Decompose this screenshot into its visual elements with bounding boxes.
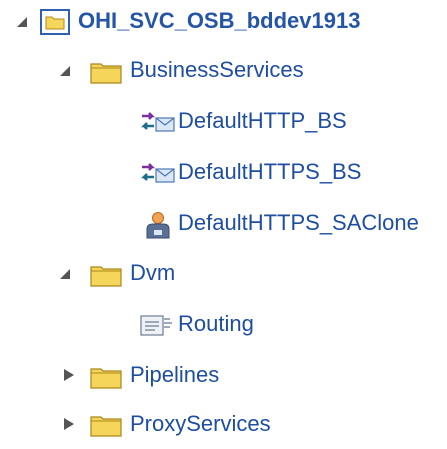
- dvm-document-icon: [140, 313, 174, 337]
- project-tree: OHI_SVC_OSB_bddev1913 BusinessServices D…: [0, 0, 447, 439]
- folder-label: ProxyServices: [130, 411, 271, 436]
- user-service-icon: [144, 210, 172, 240]
- folder-label: Dvm: [130, 260, 176, 285]
- service-label: DefaultHTTPS_SAClone: [178, 210, 419, 235]
- business-service-icon: [140, 161, 176, 187]
- tree-node-default-https-saclone[interactable]: DefaultHTTPS_SAClone: [0, 208, 447, 248]
- collapsed-triangle-icon[interactable]: [62, 367, 76, 383]
- business-service-icon: [140, 110, 176, 136]
- folder-label: BusinessServices: [130, 57, 304, 82]
- expanded-triangle-icon[interactable]: [15, 14, 29, 30]
- folder-icon: [90, 263, 122, 287]
- tree-node-default-http-bs[interactable]: DefaultHTTP_BS: [0, 106, 447, 146]
- tree-node-root[interactable]: OHI_SVC_OSB_bddev1913: [0, 6, 447, 46]
- collapsed-triangle-icon[interactable]: [62, 416, 76, 432]
- root-label: OHI_SVC_OSB_bddev1913: [78, 8, 361, 33]
- tree-node-proxy-services[interactable]: ProxyServices: [0, 409, 447, 449]
- tree-node-business-services[interactable]: BusinessServices: [0, 55, 447, 95]
- tree-node-default-https-bs[interactable]: DefaultHTTPS_BS: [0, 157, 447, 197]
- folder-label: Pipelines: [130, 362, 220, 387]
- tree-node-routing[interactable]: Routing: [0, 309, 447, 349]
- expanded-triangle-icon[interactable]: [58, 63, 72, 79]
- project-folder-icon: [40, 9, 70, 35]
- expanded-triangle-icon[interactable]: [58, 266, 72, 282]
- dvm-label: Routing: [178, 311, 254, 336]
- folder-icon: [90, 60, 122, 84]
- folder-icon: [90, 365, 122, 389]
- tree-node-dvm[interactable]: Dvm: [0, 258, 447, 298]
- tree-node-pipelines[interactable]: Pipelines: [0, 360, 447, 400]
- service-label: DefaultHTTP_BS: [178, 108, 347, 133]
- service-label: DefaultHTTPS_BS: [178, 159, 362, 184]
- folder-icon: [90, 413, 122, 437]
